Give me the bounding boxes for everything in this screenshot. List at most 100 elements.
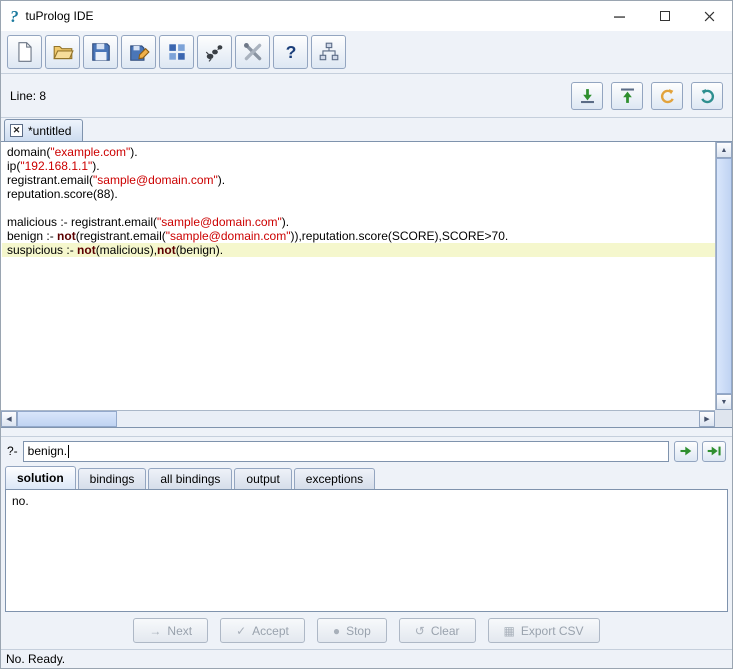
next-button[interactable]: → Next (133, 618, 208, 643)
ant-icon (204, 41, 226, 63)
stop-button[interactable]: ● Stop (317, 618, 387, 643)
solve-all-button[interactable] (702, 441, 726, 462)
tab-exceptions[interactable]: exceptions (294, 468, 375, 489)
minimize-icon (614, 11, 625, 22)
plugins-button[interactable] (159, 35, 194, 69)
undo-button[interactable] (651, 82, 683, 110)
ide-layout-button[interactable] (311, 35, 346, 69)
vertical-scrollbar[interactable]: ▲ ▼ (715, 142, 732, 410)
query-input[interactable]: benign. (23, 441, 669, 462)
solve-icon (678, 443, 695, 459)
set-theory-icon (578, 87, 597, 105)
undo-icon (658, 87, 677, 105)
tuprolog-window: ? tuProlog IDE ? Line: 8 ✕ *untitled dom… (0, 0, 733, 669)
tab-output[interactable]: output (234, 468, 291, 489)
maximize-button[interactable] (642, 1, 687, 31)
tab-bindings[interactable]: bindings (78, 468, 147, 489)
button-label: Export CSV (521, 624, 584, 638)
help-icon: ? (280, 41, 302, 63)
button-label: Next (167, 624, 192, 638)
solve-all-icon (706, 443, 723, 459)
horizontal-scroll-thumb[interactable] (17, 411, 117, 427)
solution-panel: no. (5, 489, 728, 612)
tab-all-bindings[interactable]: all bindings (148, 468, 232, 489)
query-row: ?- benign. (1, 436, 732, 465)
statusbar: No. Ready. (1, 649, 732, 668)
help-button[interactable]: ? (273, 35, 308, 69)
result-tabs: solutionbindingsall bindingsoutputexcept… (1, 465, 732, 489)
query-buttons (674, 441, 726, 462)
scroll-right-icon[interactable]: ▶ (699, 411, 715, 427)
titlebar: ? tuProlog IDE (1, 1, 732, 31)
editor-toolbar-buttons (571, 82, 723, 110)
code-area[interactable]: domain("example.com").ip("192.168.1.1").… (2, 142, 715, 410)
flowchart-icon (318, 41, 340, 63)
minimize-button[interactable] (597, 1, 642, 31)
solve-button[interactable] (674, 441, 698, 462)
code-line[interactable]: domain("example.com"). (2, 145, 715, 159)
button-label: Accept (252, 624, 289, 638)
maximize-icon (660, 11, 670, 21)
save-as-button[interactable] (121, 35, 156, 69)
editor-tabrow: ✕ *untitled (1, 118, 732, 141)
button-label: Clear (431, 624, 460, 638)
redo-button[interactable] (691, 82, 723, 110)
open-button[interactable] (45, 35, 80, 69)
close-icon (704, 11, 715, 22)
code-line[interactable] (2, 201, 715, 215)
window-title: tuProlog IDE (26, 9, 94, 23)
svg-text:?: ? (285, 42, 296, 62)
download-theory-button[interactable] (611, 82, 643, 110)
open-folder-icon (52, 41, 74, 63)
status-text: No. Ready. (6, 652, 65, 666)
toolbar: ? (1, 31, 732, 74)
scroll-up-icon[interactable]: ▲ (716, 142, 732, 158)
panel-divider (1, 428, 732, 436)
tab-label: *untitled (28, 124, 71, 138)
stop-icon: ● (333, 625, 340, 637)
query-value: benign. (28, 444, 67, 458)
save-as-icon (128, 41, 150, 63)
export-csv-button[interactable]: ▦ Export CSV (488, 618, 600, 643)
caption-buttons (597, 1, 732, 31)
export-csv-icon: ▦ (504, 625, 515, 637)
tab-untitled[interactable]: ✕ *untitled (4, 119, 83, 141)
redo-icon (698, 87, 717, 105)
action-row: → Next ✓ Accept ● Stop ↺ Clear ▦ Export CSV (1, 612, 732, 649)
close-button[interactable] (687, 1, 732, 31)
close-tab-icon[interactable]: ✕ (10, 124, 23, 137)
code-line[interactable]: registrant.email("sample@domain.com"). (2, 173, 715, 187)
vertical-scroll-thumb[interactable] (716, 158, 732, 394)
accept-button[interactable]: ✓ Accept (220, 618, 305, 643)
preferences-button[interactable] (235, 35, 270, 69)
app-logo-icon: ? (10, 8, 19, 25)
next-icon: → (149, 625, 161, 637)
get-theory-icon (618, 87, 637, 105)
accept-icon: ✓ (236, 625, 246, 637)
text-caret (68, 445, 69, 458)
new-file-icon (14, 41, 36, 63)
save-button[interactable] (83, 35, 118, 69)
clear-icon: ↺ (415, 625, 425, 637)
save-icon (90, 41, 112, 63)
code-line[interactable]: ip("192.168.1.1"). (2, 159, 715, 173)
solution-text: no. (12, 494, 29, 508)
plugin-icon (166, 41, 188, 63)
tools-icon (242, 41, 264, 63)
libraries-button[interactable] (197, 35, 232, 69)
code-line[interactable]: suspicious :- not(malicious),not(benign)… (2, 243, 715, 257)
new-button[interactable] (7, 35, 42, 69)
horizontal-scrollbar[interactable]: ◀ ▶ (1, 410, 715, 427)
scroll-left-icon[interactable]: ◀ (1, 411, 17, 427)
scroll-down-icon[interactable]: ▼ (716, 394, 732, 410)
clear-button[interactable]: ↺ Clear (399, 618, 476, 643)
code-line[interactable]: benign :- not(registrant.email("sample@d… (2, 229, 715, 243)
code-line[interactable]: malicious :- registrant.email("sample@do… (2, 215, 715, 229)
theory-editor: domain("example.com").ip("192.168.1.1").… (1, 141, 732, 428)
editor-status-row: Line: 8 (1, 74, 732, 118)
upload-theory-button[interactable] (571, 82, 603, 110)
line-indicator: Line: 8 (10, 89, 46, 103)
code-line[interactable]: reputation.score(88). (2, 187, 715, 201)
tab-solution[interactable]: solution (5, 466, 76, 489)
button-label: Stop (346, 624, 371, 638)
